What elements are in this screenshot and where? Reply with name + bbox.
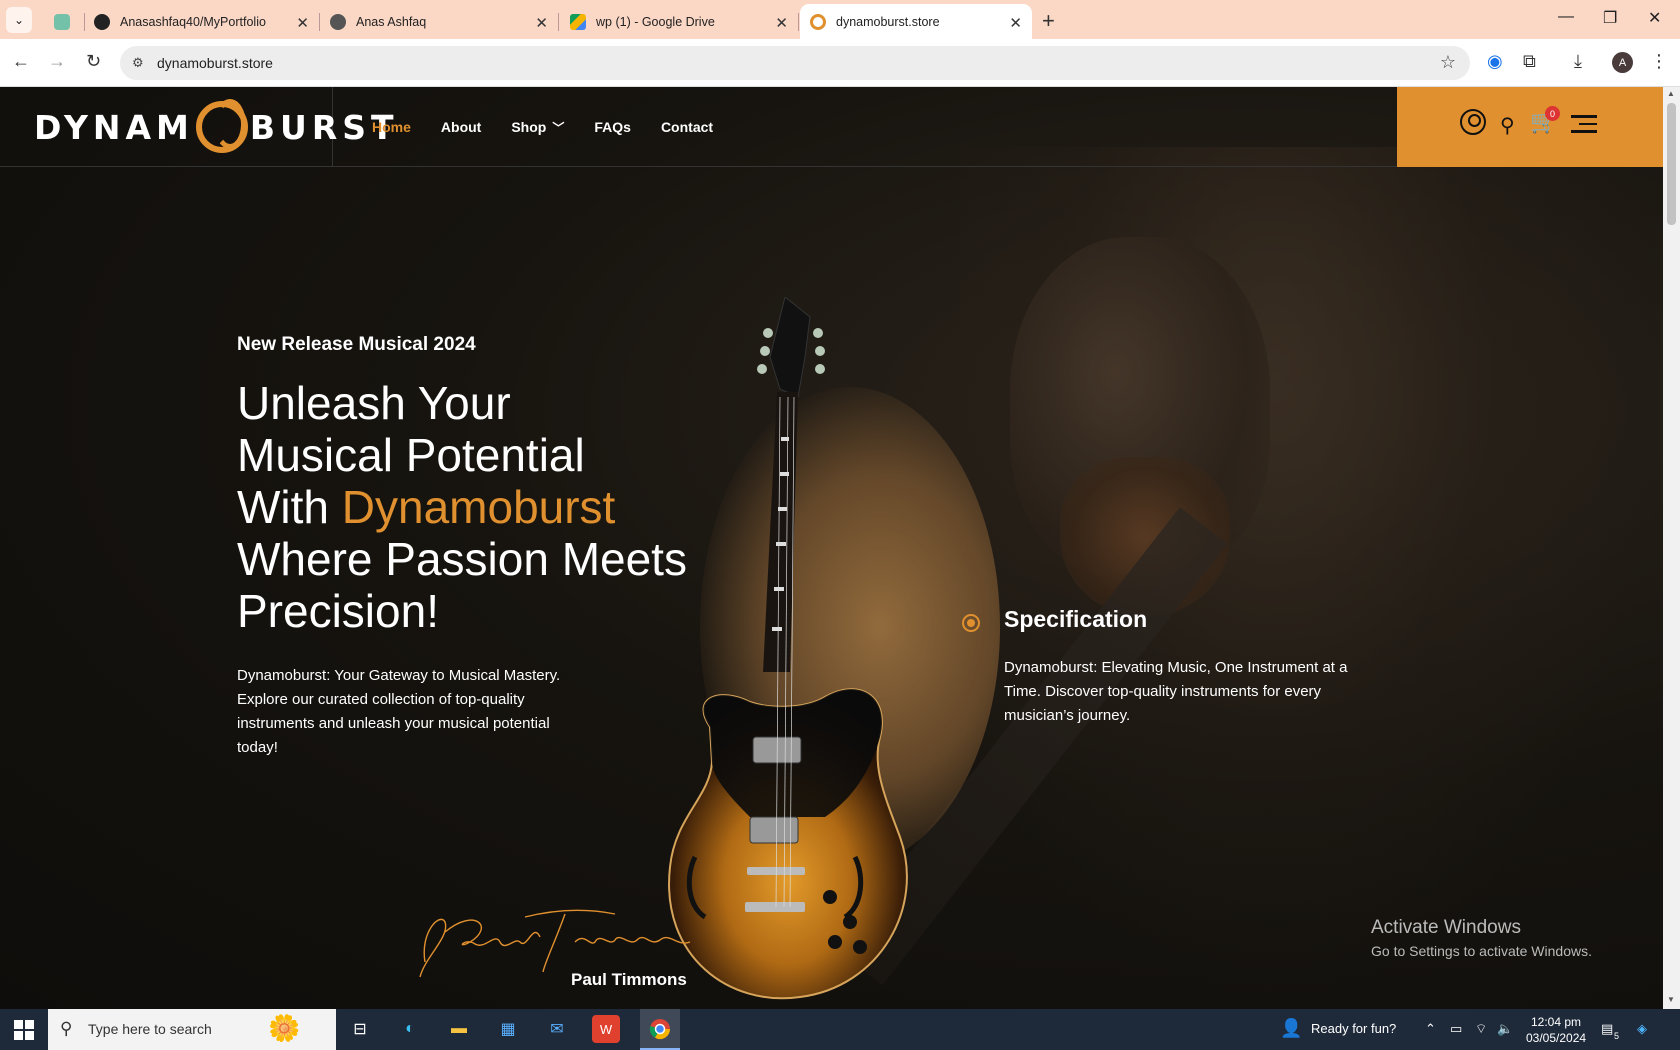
- nav-shop-label: Shop: [511, 118, 547, 135]
- close-window-icon[interactable]: ✕: [1648, 8, 1661, 28]
- close-icon[interactable]: ✕: [296, 14, 309, 32]
- wps-office-icon[interactable]: W: [592, 1015, 620, 1043]
- windows-taskbar: ⚲ Type here to search 🌼 ⊟ ◐ ▬ ▦ ✉ W 👤 Re…: [0, 1009, 1680, 1050]
- specification-description: Dynamoburst: Elevating Music, One Instru…: [1004, 659, 1348, 724]
- tab-dynamoburst[interactable]: dynamoburst.store ✕: [800, 4, 1032, 39]
- scrollbar-thumb[interactable]: [1667, 103, 1676, 225]
- profile-avatar[interactable]: A: [1612, 52, 1633, 73]
- tab-title: Anas Ashfaq: [356, 14, 427, 29]
- chatgpt-icon: [54, 13, 70, 30]
- flowers-icon: 🌼: [268, 1013, 301, 1043]
- address-bar[interactable]: ⚙ dynamoburst.store ☆: [120, 46, 1470, 80]
- device-icon[interactable]: ▭: [1450, 1021, 1462, 1037]
- tray-chevron-up-icon[interactable]: ⌃: [1425, 1021, 1436, 1037]
- taskbar-search[interactable]: ⚲ Type here to search 🌼: [48, 1009, 336, 1050]
- tab-title: Anasashfaq40/MyPortfolio: [120, 14, 266, 29]
- browser-menu-icon[interactable]: ⋮: [1650, 51, 1668, 72]
- site-logo[interactable]: DYNAM BURST: [0, 87, 394, 167]
- volume-icon[interactable]: 🔈: [1497, 1021, 1513, 1037]
- hero-title-with: With: [237, 481, 342, 533]
- browser-toolbar: ← → ↻ ⚙ dynamoburst.store ☆ ◉ ⧉ ⤓ A ⋮: [0, 39, 1680, 87]
- restore-icon[interactable]: ❐: [1603, 8, 1617, 28]
- weather-text[interactable]: Ready for fun?: [1311, 1021, 1396, 1036]
- tab-google-drive[interactable]: wp (1) - Google Drive ✕: [560, 4, 799, 39]
- edge-icon[interactable]: ◐: [396, 1015, 424, 1043]
- hero-title-brand: Dynamoburst: [341, 481, 616, 533]
- tab-title: dynamoburst.store: [836, 14, 940, 29]
- logo-wordmark: DYNAM BURST: [34, 99, 399, 153]
- site-header: DYNAM BURST Home About Shop ﹀ FAQs Contac…: [0, 87, 1663, 167]
- close-icon[interactable]: ✕: [1009, 14, 1022, 32]
- site-info-icon[interactable]: ⚙: [132, 55, 144, 71]
- logo-text-left: DYNAM: [34, 107, 194, 147]
- browser-tab-bar: ⌄ Anasashfaq40/MyPortfolio ✕ Anas Ashfaq…: [0, 0, 1680, 39]
- tab-title: wp (1) - Google Drive: [596, 14, 715, 29]
- search-icon: ⚲: [60, 1019, 73, 1038]
- back-icon[interactable]: ←: [12, 51, 30, 72]
- copilot-extension-icon[interactable]: ◉: [1487, 51, 1503, 72]
- forward-icon[interactable]: →: [48, 51, 66, 72]
- reload-icon[interactable]: ↻: [86, 51, 101, 72]
- weather-person-icon[interactable]: 👤: [1280, 1018, 1302, 1039]
- notification-count: 5: [1614, 1031, 1620, 1041]
- scroll-up-icon[interactable]: ▲: [1667, 89, 1675, 98]
- tab-portfolio[interactable]: Anas Ashfaq ✕: [320, 4, 559, 39]
- windows-activation-watermark: Activate Windows Go to Settings to activ…: [1371, 917, 1592, 959]
- wifi-icon[interactable]: ⌔: [1475, 1021, 1487, 1037]
- microsoft-store-icon[interactable]: ▦: [494, 1015, 522, 1043]
- hamburger-menu-icon[interactable]: [1571, 115, 1597, 138]
- watermark-subtitle: Go to Settings to activate Windows.: [1371, 943, 1592, 959]
- github-icon: [94, 13, 110, 30]
- bookmark-star-icon[interactable]: ☆: [1440, 52, 1456, 73]
- clock-time: 12:04 pm: [1531, 1015, 1582, 1029]
- nav-about[interactable]: About: [441, 119, 481, 135]
- chevron-down-icon: ﹀: [552, 120, 565, 135]
- new-tab-icon[interactable]: +: [1042, 8, 1055, 34]
- header-actions: ⚲ 🛒 0: [1397, 87, 1663, 167]
- mail-icon[interactable]: ✉: [543, 1015, 571, 1043]
- minimize-icon[interactable]: —: [1558, 8, 1574, 26]
- tab-search-dropdown-icon[interactable]: ⌄: [6, 7, 32, 33]
- url-text[interactable]: dynamoburst.store: [157, 55, 273, 71]
- nav-faqs[interactable]: FAQs: [594, 119, 631, 135]
- website-viewport: DYNAM BURST Home About Shop ﹀ FAQs Contac…: [0, 87, 1663, 1009]
- specification-title: Specification: [1004, 606, 1148, 632]
- page-scrollbar[interactable]: ▲ ▼: [1663, 87, 1680, 1009]
- scroll-down-icon[interactable]: ▼: [1667, 995, 1675, 1004]
- taskbar-clock[interactable]: 12:04 pm 03/05/2024: [1526, 1014, 1586, 1046]
- task-view-icon[interactable]: ⊟: [346, 1015, 374, 1043]
- download-icon[interactable]: ⤓: [1574, 51, 1582, 72]
- tab-pinned[interactable]: [44, 4, 85, 39]
- clock-date: 03/05/2024: [1526, 1031, 1587, 1045]
- copilot-icon[interactable]: ◈: [1637, 1021, 1647, 1037]
- search-icon[interactable]: ⚲: [1500, 113, 1515, 138]
- user-account-icon[interactable]: [1460, 109, 1486, 135]
- signature-name: Paul Timmons: [571, 970, 687, 989]
- notifications-icon[interactable]: ▤: [1601, 1021, 1613, 1037]
- watermark-title: Activate Windows: [1371, 917, 1521, 938]
- tab-github[interactable]: Anasashfaq40/MyPortfolio ✕: [84, 4, 320, 39]
- main-nav: Home About Shop ﹀ FAQs Contact: [372, 87, 743, 167]
- hero-description: Dynamoburst: Your Gateway to Musical Mas…: [237, 667, 561, 756]
- taskbar-search-placeholder: Type here to search: [88, 1021, 212, 1037]
- file-explorer-icon[interactable]: ▬: [445, 1015, 473, 1043]
- chrome-icon[interactable]: [646, 1015, 674, 1043]
- globe-icon: [330, 13, 346, 30]
- hero-subtitle: New Release Musical 2024: [237, 334, 476, 355]
- close-icon[interactable]: ✕: [775, 14, 788, 32]
- nav-contact[interactable]: Contact: [661, 119, 713, 135]
- cart-count-badge: 0: [1545, 106, 1560, 121]
- specification-marker-icon[interactable]: [962, 614, 980, 632]
- nav-home[interactable]: Home: [372, 119, 411, 135]
- windows-start-icon[interactable]: [14, 1020, 34, 1040]
- close-icon[interactable]: ✕: [535, 14, 548, 32]
- google-drive-icon: [570, 13, 586, 30]
- logo-emblem-icon: [195, 99, 248, 153]
- nav-shop[interactable]: Shop ﹀: [511, 119, 564, 136]
- dynamoburst-favicon: [810, 13, 826, 30]
- extensions-icon[interactable]: ⧉: [1523, 51, 1536, 72]
